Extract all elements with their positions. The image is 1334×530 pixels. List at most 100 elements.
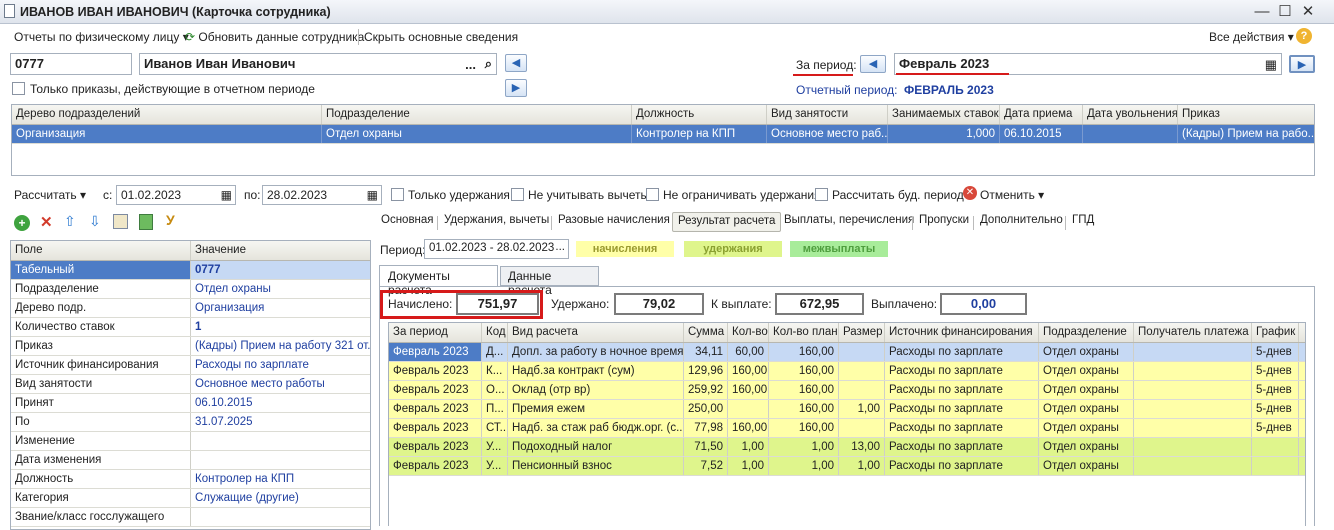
field-value-cell[interactable]: 06.10.2015 <box>191 394 370 412</box>
table-row[interactable]: Дата изменения <box>11 451 370 470</box>
cancel-menu[interactable]: Отменить ▾ <box>980 188 1044 202</box>
subtab-data[interactable]: Данные расчета <box>500 266 599 297</box>
hide-info-button[interactable]: Скрыть основные сведения <box>364 30 518 44</box>
column-header[interactable]: Размер <box>839 323 885 342</box>
to-date-field[interactable]: 28.02.2023 ▦ <box>262 185 382 205</box>
field-value-cell[interactable]: Контролер на КПП <box>191 470 370 488</box>
col-tree[interactable]: Дерево подразделений <box>12 105 322 124</box>
move-down-icon[interactable]: ⇩ <box>89 213 101 230</box>
col-employment[interactable]: Вид занятости <box>767 105 888 124</box>
delete-icon[interactable]: ✕ <box>40 213 53 231</box>
column-header[interactable]: Подразделение <box>1039 323 1134 342</box>
table-row[interactable]: Количество ставок 1 <box>11 318 370 337</box>
tab-absences[interactable]: Пропуски <box>914 212 974 232</box>
calendar-icon[interactable]: ▦ <box>367 188 378 202</box>
result-period-field[interactable]: 01.02.2023 - 28.02.2023... <box>424 239 569 259</box>
column-header[interactable]: Кол-во <box>728 323 769 342</box>
table-row[interactable]: Категория Служащие (другие) <box>11 489 370 508</box>
table-row[interactable]: Февраль 2023 О... Оклад (отр вр) 259,92 160,… <box>389 381 1305 400</box>
period-forward-button[interactable]: ▶ <box>1289 55 1315 73</box>
col-value[interactable]: Значение <box>191 241 370 260</box>
col-rates[interactable]: Занимаемых ставок <box>888 105 1000 124</box>
col-field[interactable]: Поле <box>11 241 191 260</box>
tab-one-time[interactable]: Разовые начисления <box>553 212 675 232</box>
field-value-cell[interactable]: 31.07.2025 <box>191 413 370 431</box>
period-back-button[interactable]: ◀ <box>860 55 886 73</box>
edit-icon[interactable] <box>113 214 128 229</box>
column-header[interactable]: Код <box>482 323 508 342</box>
field-value-cell[interactable]: Служащие (другие) <box>191 489 370 507</box>
col-order[interactable]: Приказ <box>1178 105 1314 124</box>
table-row[interactable]: Февраль 2023 П... Премия ежем 250,00 160,00 1… <box>389 400 1305 419</box>
calendar-icon[interactable]: ▦ <box>221 188 232 202</box>
help-icon[interactable]: ? <box>1296 28 1312 44</box>
table-row[interactable]: Принят 06.10.2015 <box>11 394 370 413</box>
table-row[interactable]: Табельный 0777 <box>11 261 370 280</box>
column-header[interactable]: За период <box>389 323 482 342</box>
table-row[interactable]: Февраль 2023 У... Подоходный налог 71,50 1,0… <box>389 438 1305 457</box>
col-department[interactable]: Подразделение <box>322 105 632 124</box>
only-orders-checkbox[interactable] <box>12 82 25 95</box>
table-row[interactable]: Февраль 2023 У... Пенсионный взнос 7,52 1,00… <box>389 457 1305 476</box>
tab-number-field[interactable]: 0777 <box>10 53 132 75</box>
table-row[interactable]: Звание/класс госслужащего <box>11 508 370 527</box>
calculator-icon[interactable] <box>139 214 153 230</box>
field-value-cell[interactable] <box>191 508 370 526</box>
field-value-cell[interactable]: (Кадры) Прием на работу 321 от... <box>191 337 370 355</box>
period-field[interactable]: Февраль 2023 ▦ <box>894 53 1282 75</box>
refresh-employee-button[interactable]: ⟳ Обновить данные сотрудника <box>185 30 364 44</box>
col-dismiss-date[interactable]: Дата увольнения <box>1083 105 1178 124</box>
search-icon[interactable]: ⌕ <box>485 56 492 72</box>
field-value-cell[interactable]: Отдел охраны <box>191 280 370 298</box>
table-row[interactable]: Источник финансирования Расходы по зарпла… <box>11 356 370 375</box>
table-row[interactable]: Подразделение Отдел охраны <box>11 280 370 299</box>
calendar-icon[interactable]: ▦ <box>1265 57 1277 73</box>
employee-name-field[interactable]: Иванов Иван Иванович ... ⌕ <box>139 53 497 75</box>
function-icon[interactable]: У <box>166 212 175 228</box>
col-position[interactable]: Должность <box>632 105 767 124</box>
table-row[interactable]: Организация Отдел охраны Контролер на КП… <box>12 125 1314 144</box>
column-header[interactable]: Сумма <box>684 323 728 342</box>
field-value-cell[interactable]: Расходы по зарплате <box>191 356 370 374</box>
col-hire-date[interactable]: Дата приема <box>1000 105 1083 124</box>
only-deductions-checkbox[interactable] <box>391 188 404 201</box>
back-arrow-button[interactable]: ◀ <box>505 54 527 72</box>
minimize-icon[interactable]: — <box>1254 4 1270 20</box>
maximize-icon[interactable]: ☐ <box>1277 4 1293 20</box>
field-value-cell[interactable] <box>191 451 370 469</box>
table-row[interactable]: Дерево подр. Организация <box>11 299 370 318</box>
ellipsis-icon[interactable]: ... <box>555 241 565 253</box>
column-header[interactable]: Кол-во план <box>769 323 839 342</box>
table-row[interactable]: Должность Контролер на КПП <box>11 470 370 489</box>
tab-deductions[interactable]: Удержания, вычеты <box>439 212 554 232</box>
tab-payments[interactable]: Выплаты, перечисления <box>779 212 919 232</box>
column-header[interactable]: Вид расчета <box>508 323 684 342</box>
future-period-checkbox[interactable] <box>815 188 828 201</box>
table-row[interactable]: Февраль 2023 К... Надб.за контракт (сум) 12… <box>389 362 1305 381</box>
column-header[interactable]: Источник финансирования <box>885 323 1039 342</box>
field-value-cell[interactable]: 0777 <box>191 261 370 279</box>
all-actions-menu[interactable]: Все действия ▾ <box>1209 30 1294 44</box>
tab-gpd[interactable]: ГПД <box>1067 212 1099 232</box>
add-icon[interactable]: + <box>14 215 30 231</box>
tab-additional[interactable]: Дополнительно <box>975 212 1068 232</box>
forward-arrow-button[interactable]: ▶ <box>505 79 527 97</box>
table-row[interactable]: Приказ (Кадры) Прием на работу 321 от... <box>11 337 370 356</box>
ellipsis-icon[interactable]: ... <box>465 57 476 72</box>
column-header[interactable]: Получатель платежа <box>1134 323 1252 342</box>
tab-result[interactable]: Результат расчета <box>672 212 782 232</box>
column-header[interactable]: График <box>1252 323 1299 342</box>
field-value-cell[interactable]: Организация <box>191 299 370 317</box>
reports-menu[interactable]: Отчеты по физическому лицу ▾ <box>14 30 189 44</box>
table-row[interactable]: Февраль 2023 СТ... Надб. за стаж раб бюдж.… <box>389 419 1305 438</box>
table-row[interactable]: Вид занятости Основное место работы <box>11 375 370 394</box>
table-row[interactable]: Изменение <box>11 432 370 451</box>
ignore-deductions-checkbox[interactable] <box>511 188 524 201</box>
table-row[interactable]: По 31.07.2025 <box>11 413 370 432</box>
no-limit-checkbox[interactable] <box>646 188 659 201</box>
field-value-cell[interactable] <box>191 432 370 450</box>
close-icon[interactable]: ✕ <box>1300 4 1316 20</box>
move-up-icon[interactable]: ⇧ <box>64 213 76 230</box>
field-value-cell[interactable]: Основное место работы <box>191 375 370 393</box>
subtab-documents[interactable]: Документы расчета <box>379 265 498 297</box>
